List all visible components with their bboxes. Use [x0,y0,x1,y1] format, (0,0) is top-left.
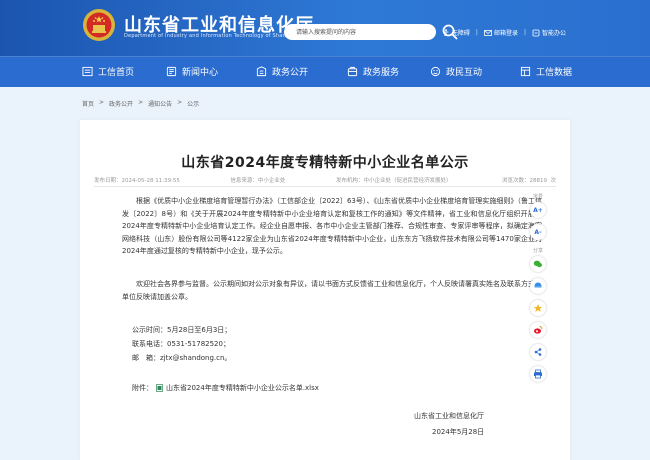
service-icon [347,66,358,77]
gov-open-icon [256,66,267,77]
article-title: 山东省2024年度专精特新中小企业名单公示 [181,155,469,171]
attachment-label: 附件： [132,384,153,392]
font-size-label: 字号 [532,194,543,200]
main-nav: 工信首页 新闻中心 政务公开 政务服务 政民互动 工信数据 [0,56,650,87]
nav-item-service[interactable]: 政务服务 [347,65,399,78]
article-card: 山东省2024年度专精特新中小企业名单公示 发布日期：2024-05-28 11… [80,120,570,460]
nav-item-interaction[interactable]: 政民互动 [430,65,482,78]
article-paragraph: 根据《优质中小企业梯度培育管理暂行办法》（工信部企业〔2022〕63号）、《山东… [122,197,542,255]
nav-item-news[interactable]: 新闻中心 [166,65,218,78]
smart-office-link[interactable]: 智能办公 [532,28,566,37]
share-wechat-button[interactable] [530,256,546,272]
nav-item-home[interactable]: 工信首页 [82,65,134,78]
contact-email: 邮 箱：zjtx@shandong.cn。 [132,354,232,362]
contact-phone: 联系电话：0531-51782520； [132,340,230,348]
site-header: 山东省工业和信息化厅 Department of Industry and In… [0,0,650,56]
excel-file-icon [156,384,163,392]
print-icon [534,369,542,379]
breadcrumb-separator: > [138,99,144,106]
print-button[interactable] [530,366,546,382]
accessibility-icon [443,28,449,36]
font-decrease-button[interactable]: A- [530,224,546,240]
share-weibo-button[interactable] [530,322,546,338]
share-qq-space-button[interactable] [530,300,546,316]
share-icon [534,348,542,356]
meta-divider [94,186,556,187]
office-icon [532,29,540,36]
breadcrumb-public-notice[interactable]: 公示 [187,99,199,108]
publish-org: 发布机构：中小企业处（促进民营经济发展处） [335,178,452,184]
signing-organization: 山东省工业和信息化厅 [414,412,484,420]
breadcrumb-home[interactable]: 首页 [82,99,94,108]
data-icon [520,66,531,77]
notice-period: 公示时间：5月28日至6月3日； [132,326,232,334]
home-icon [82,66,93,77]
breadcrumb-separator: > [177,99,183,106]
attachment-row: 附件： 山东省2024年度专精特新中小企业公示名单.xlsx [132,383,319,393]
publish-date: 发布日期：2024-05-28 11:39:55 [94,178,180,184]
interaction-icon [430,66,441,77]
search-input[interactable] [284,24,436,40]
share-other-button[interactable] [530,344,546,360]
nav-item-data[interactable]: 工信数据 [520,65,572,78]
news-icon [166,66,177,77]
qzone-icon [534,282,542,288]
mail-icon [484,29,492,36]
national-emblem-icon[interactable] [82,8,116,42]
weibo-icon [534,326,543,334]
info-source: 信息来源：中小企业处 [230,178,286,184]
view-count: 浏览次数：28819 次 [501,178,556,184]
attachment-link[interactable]: 山东省2024年度专精特新中小企业公示名单.xlsx [166,383,319,393]
breadcrumb: 首页 > 政务公开 > 通知公告 > 公示 [82,99,199,108]
article-meta: 发布日期：2024-05-28 11:39:55 信息来源：中小企业处 发布机构… [94,176,556,187]
breadcrumb-gov-open[interactable]: 政务公开 [109,99,133,108]
breadcrumb-separator: > [99,99,105,106]
nav-item-gov-open[interactable]: 政务公开 [256,65,308,78]
share-label: 分享 [532,248,543,254]
signing-date: 2024年5月28日 [432,428,485,436]
accessibility-link[interactable]: 无障碍 [442,28,470,37]
side-tools: 字号 A+ A- 分享 [520,190,556,382]
top-links: 无障碍 | 邮箱登录 | 智能办公 [442,28,566,37]
wechat-icon [533,260,542,268]
font-increase-button[interactable]: A+ [530,202,546,218]
article-paragraph: 欢迎社会各界参与监督。公示期间如对公示对象有异议，请以书面方式反馈省工业和信息化… [122,280,542,301]
share-qzone-button[interactable] [530,278,546,294]
breadcrumb-notices[interactable]: 通知公告 [148,99,172,108]
mail-login-link[interactable]: 邮箱登录 [484,28,518,37]
star-share-icon [533,304,543,312]
